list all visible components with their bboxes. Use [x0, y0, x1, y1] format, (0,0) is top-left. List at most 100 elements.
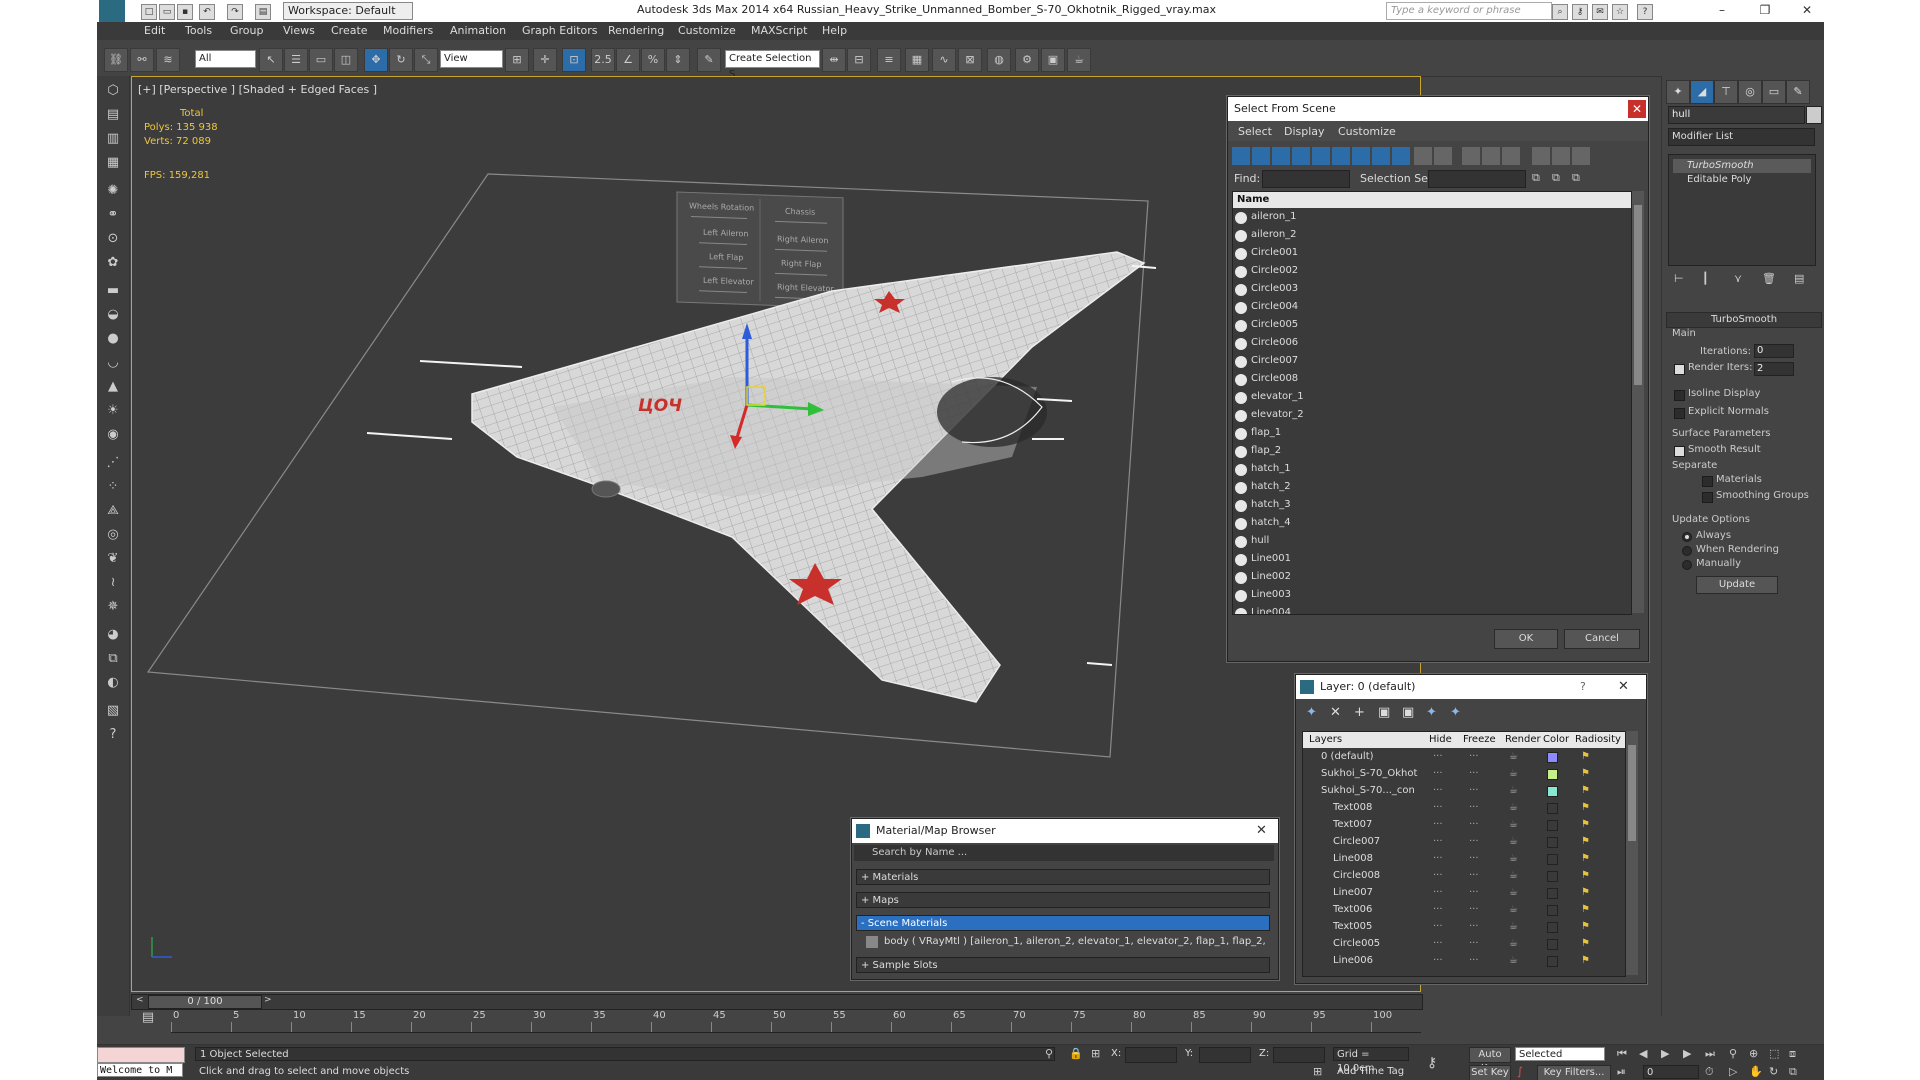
key-mode-toggle-icon[interactable]: ⏯: [1617, 1065, 1626, 1079]
select-from-scene-close-icon[interactable]: ✕: [1628, 100, 1646, 118]
hide-toggle-icon[interactable]: ···: [1433, 816, 1443, 833]
layer-color-swatch[interactable]: [1547, 752, 1558, 763]
render-toggle-icon[interactable]: ☕: [1509, 952, 1518, 969]
layer-col-layers[interactable]: Layers: [1309, 732, 1342, 748]
object-list-item[interactable]: Circle006: [1233, 334, 1631, 352]
globe-icon[interactable]: ◎: [102, 524, 124, 546]
select-invert-icon[interactable]: [1502, 147, 1520, 165]
selection-lock-icon[interactable]: 🔒: [1069, 1047, 1083, 1060]
layer-row[interactable]: Sukhoi_S-70_Okhot ··· ··· ☕ ⚑: [1303, 765, 1625, 782]
select-and-move-icon[interactable]: ✥: [364, 48, 388, 72]
set-key-icon[interactable]: ⚷: [1427, 1055, 1437, 1071]
layer-color-swatch[interactable]: [1547, 922, 1558, 933]
filter-none-icon[interactable]: [1434, 147, 1452, 165]
help-search-input[interactable]: Type a keyword or phrase: [1386, 2, 1552, 20]
freeze-toggle-icon[interactable]: ···: [1469, 833, 1479, 850]
set-key-button[interactable]: Set Key: [1469, 1065, 1511, 1080]
time-next-arrow-icon[interactable]: >: [264, 995, 274, 1007]
app-logo-icon[interactable]: [99, 0, 125, 22]
explicit-normals-checkbox[interactable]: [1674, 408, 1685, 419]
render-toggle-icon[interactable]: ☕: [1509, 935, 1518, 952]
menu-create[interactable]: Create: [331, 24, 368, 37]
display-tab-icon[interactable]: ▭: [1762, 80, 1786, 104]
percent-snap-icon[interactable]: %: [641, 48, 665, 72]
menu-rendering[interactable]: Rendering: [608, 24, 664, 37]
help-icon[interactable]: ?: [1637, 4, 1653, 20]
object-name-field[interactable]: hull: [1668, 106, 1805, 124]
utilities-tab-icon[interactable]: ✎: [1786, 80, 1810, 104]
layer-color-swatch[interactable]: [1547, 786, 1558, 797]
hide-toggle-icon[interactable]: ···: [1433, 850, 1443, 867]
find-input[interactable]: [1262, 170, 1350, 188]
smooth-result-checkbox[interactable]: [1674, 446, 1685, 457]
radiosity-icon[interactable]: ⚑: [1581, 765, 1590, 782]
menu-graph-editors[interactable]: Graph Editors: [522, 24, 598, 37]
iterations-spinner[interactable]: 0: [1754, 344, 1794, 358]
isoline-display-checkbox[interactable]: [1674, 390, 1685, 401]
layer-row[interactable]: Text005 ··· ··· ☕ ⚑: [1303, 918, 1625, 935]
binoculars-icon[interactable]: ⌕: [1552, 4, 1568, 20]
render-toggle-icon[interactable]: ☕: [1509, 901, 1518, 918]
object-color-swatch[interactable]: [1806, 106, 1822, 124]
make-unique-icon[interactable]: ⋎: [1734, 272, 1742, 285]
object-list-item[interactable]: elevator_2: [1233, 406, 1631, 424]
key-mode-dropdown[interactable]: Selected: [1515, 1047, 1605, 1061]
filter-funnel-icon[interactable]: [1532, 147, 1550, 165]
render-toggle-icon[interactable]: ☕: [1509, 748, 1518, 765]
freeze-toggle-icon[interactable]: ···: [1469, 850, 1479, 867]
spinner-snap-icon[interactable]: ⇕: [666, 48, 690, 72]
sample-slots-section[interactable]: + Sample Slots: [856, 957, 1270, 973]
render-toggle-icon[interactable]: ☕: [1509, 833, 1518, 850]
select-by-name-icon[interactable]: ☰: [284, 48, 308, 72]
sfs-copy-icon[interactable]: ⧉: [1532, 171, 1540, 185]
render-production-icon[interactable]: ☕: [1067, 48, 1091, 72]
layer-color-swatch[interactable]: [1547, 803, 1558, 814]
show-end-result-icon[interactable]: ┃: [1702, 272, 1709, 285]
zoom-all-icon[interactable]: ⊕: [1749, 1047, 1758, 1060]
freeze-toggle-icon[interactable]: ···: [1469, 816, 1479, 833]
prev-frame-icon[interactable]: ◀: [1639, 1047, 1647, 1060]
sfs-find-icon[interactable]: ⧉: [1572, 171, 1580, 185]
absolute-mode-icon[interactable]: ⊞: [1091, 1047, 1100, 1060]
pan-icon[interactable]: ✋: [1749, 1065, 1763, 1078]
favorites-star-icon[interactable]: ☆: [1612, 4, 1628, 20]
render-iters-checkbox[interactable]: [1674, 364, 1685, 375]
maxscript-mini-listener-top[interactable]: [97, 1047, 185, 1063]
layer-row[interactable]: Text007 ··· ··· ☕ ⚑: [1303, 816, 1625, 833]
object-list-item[interactable]: elevator_1: [1233, 388, 1631, 406]
hide-all-layers-icon[interactable]: ✦: [1426, 705, 1437, 720]
project-folder-icon[interactable]: ▤: [255, 4, 271, 20]
column-header-name[interactable]: Name: [1233, 192, 1631, 208]
maxscript-mini-listener[interactable]: Welcome to M: [97, 1063, 183, 1077]
filter-all-icon[interactable]: [1414, 147, 1432, 165]
render-setup-icon[interactable]: ⚙: [1015, 48, 1039, 72]
material-search-input[interactable]: Search by Name ...: [854, 845, 1274, 861]
auto-key-button[interactable]: Auto Key: [1469, 1047, 1511, 1074]
key-icon[interactable]: ⚷: [1572, 4, 1588, 20]
separate-materials-checkbox[interactable]: [1702, 476, 1713, 487]
close-window-icon[interactable]: ✕: [1797, 2, 1817, 18]
layer-col-render[interactable]: Render: [1505, 732, 1541, 748]
paint-icon[interactable]: ✿: [102, 252, 124, 274]
communication-icon[interactable]: ✉: [1592, 4, 1608, 20]
hide-toggle-icon[interactable]: ···: [1433, 765, 1443, 782]
layer-manager-icon[interactable]: ≡: [877, 48, 901, 72]
workspace-dropdown[interactable]: Workspace: Default: [283, 2, 413, 20]
layer-color-swatch[interactable]: [1547, 888, 1558, 899]
selection-filter-dropdown[interactable]: All: [195, 50, 256, 68]
filter-xrefs-icon[interactable]: [1372, 147, 1390, 165]
separate-smoothing-groups-checkbox[interactable]: [1702, 492, 1713, 503]
select-manipulate-icon[interactable]: ✛: [533, 48, 557, 72]
render-toggle-icon[interactable]: ☕: [1509, 884, 1518, 901]
box-primitive-icon[interactable]: ▬: [102, 280, 124, 302]
object-list-item[interactable]: aileron_2: [1233, 226, 1631, 244]
cloth-icon[interactable]: ✵: [102, 596, 124, 618]
cone-icon[interactable]: ▲: [102, 376, 124, 398]
hide-toggle-icon[interactable]: ···: [1433, 918, 1443, 935]
add-to-layer-icon[interactable]: +: [1354, 705, 1365, 720]
filter-space-warps-icon[interactable]: [1332, 147, 1350, 165]
curve-editor-icon[interactable]: ∿: [932, 48, 956, 72]
hide-toggle-icon[interactable]: ···: [1433, 867, 1443, 884]
object-list-item[interactable]: Circle004: [1233, 298, 1631, 316]
object-list-item[interactable]: Circle001: [1233, 244, 1631, 262]
